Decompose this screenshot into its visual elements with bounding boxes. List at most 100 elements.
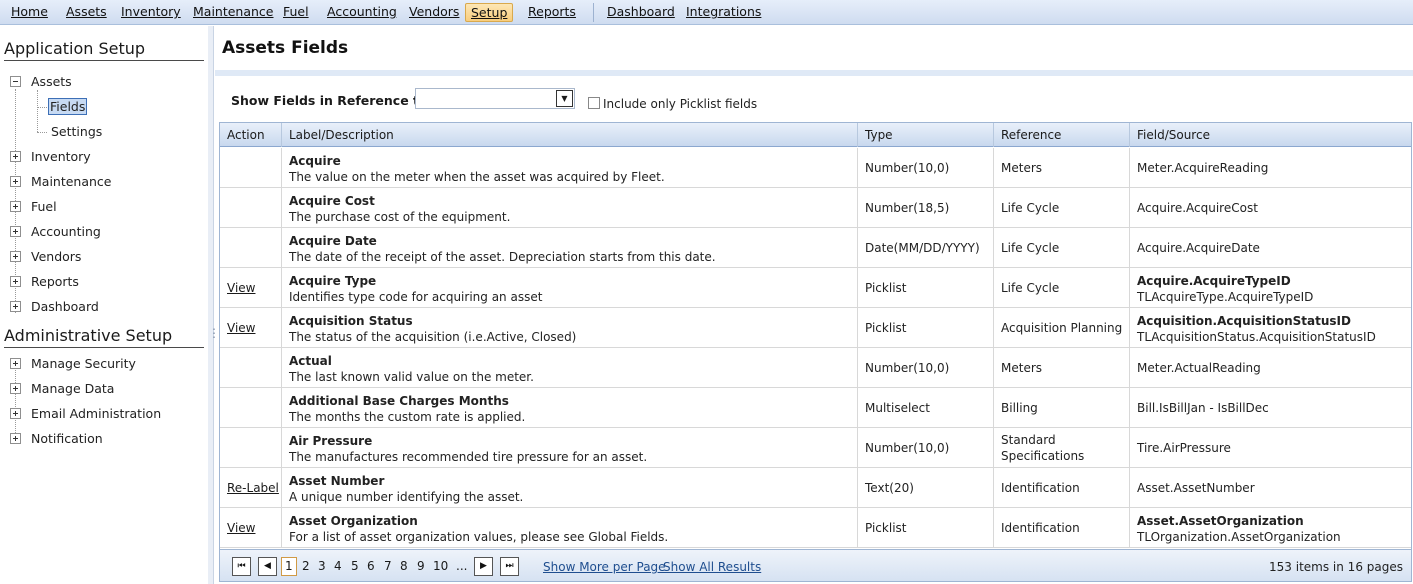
tree-node-manage-security[interactable]: Manage Security xyxy=(0,355,200,373)
reference-cell: Life Cycle xyxy=(994,188,1130,228)
menu-reports[interactable]: Reports xyxy=(523,3,581,22)
field-label: Asset Organization xyxy=(289,514,418,528)
source-cell: Acquisition.AcquisitionStatusID TLAcquisi… xyxy=(1130,308,1411,348)
page-number[interactable]: 7 xyxy=(384,558,392,575)
tree-node-maintenance[interactable]: Maintenance xyxy=(0,173,200,191)
menu-assets[interactable]: Assets xyxy=(61,3,112,22)
tree-node-assets[interactable]: Assets xyxy=(0,73,200,91)
source-cell: Meter.ActualReading xyxy=(1130,348,1411,388)
field-reference: Meters xyxy=(1001,361,1043,375)
table-row[interactable]: Re-Label Asset Number A unique number iden… xyxy=(220,468,1411,508)
tree-connector xyxy=(37,107,47,108)
expand-icon[interactable] xyxy=(10,433,21,444)
page-number[interactable]: 2 xyxy=(302,558,310,575)
table-row[interactable]: Acquire Date The date of the receipt of t… xyxy=(220,228,1411,268)
menu-accounting[interactable]: Accounting xyxy=(322,3,402,22)
page-number[interactable]: 8 xyxy=(400,558,408,575)
menu-inventory[interactable]: Inventory xyxy=(116,3,186,22)
action-cell: View xyxy=(220,508,282,548)
tree-label-fields: Fields xyxy=(48,98,88,115)
field-description: The manufactures recommended tire pressu… xyxy=(289,450,648,464)
field-description: The status of the acquisition (i.e.Activ… xyxy=(289,330,577,344)
tree-node-inventory[interactable]: Inventory xyxy=(0,148,200,166)
next-page-icon[interactable]: ▶ xyxy=(474,557,493,576)
page-number[interactable]: 5 xyxy=(351,558,359,575)
source-cell: Acquire.AcquireTypeID TLAcquireType.Acqui… xyxy=(1130,268,1411,308)
row-action-link[interactable]: View xyxy=(227,521,255,535)
page-number[interactable]: 6 xyxy=(367,558,375,575)
picklist-only-checkbox[interactable] xyxy=(588,97,600,109)
tree-label-vendors: Vendors xyxy=(31,249,82,264)
row-action-link[interactable]: Re-Label xyxy=(227,481,279,495)
tree-node-fuel[interactable]: Fuel xyxy=(0,198,200,216)
expand-icon[interactable] xyxy=(10,383,21,394)
column-header-label[interactable]: Label/Description xyxy=(282,123,858,147)
expand-icon[interactable] xyxy=(10,176,21,187)
show-more-per-page-link[interactable]: Show More per Page xyxy=(543,560,666,574)
row-action-link[interactable]: View xyxy=(227,281,255,295)
tree-node-email-administration[interactable]: Email Administration xyxy=(0,405,200,423)
prev-page-icon[interactable]: ◀ xyxy=(258,557,277,576)
tree-node-fields[interactable]: Fields xyxy=(48,98,88,116)
menu-integrations[interactable]: Integrations xyxy=(681,3,766,22)
menu-separator xyxy=(593,3,594,22)
menu-vendors[interactable]: Vendors xyxy=(404,3,464,22)
column-header-field-source[interactable]: Field/Source xyxy=(1130,123,1411,147)
page-number[interactable]: 9 xyxy=(417,558,425,575)
menu-setup[interactable]: Setup xyxy=(465,3,514,22)
menu-fuel[interactable]: Fuel xyxy=(278,3,314,22)
expand-icon[interactable] xyxy=(10,408,21,419)
tree-node-dashboard[interactable]: Dashboard xyxy=(0,298,200,316)
menu-dashboard[interactable]: Dashboard xyxy=(602,3,680,22)
table-row[interactable]: Actual The last known valid value on the … xyxy=(220,348,1411,388)
table-row[interactable]: Air Pressure The manufactures recommended… xyxy=(220,428,1411,468)
expand-icon[interactable] xyxy=(10,251,21,262)
page-ellipsis[interactable]: ... xyxy=(456,558,467,575)
tree-node-vendors[interactable]: Vendors xyxy=(0,248,200,266)
field-label: Additional Base Charges Months xyxy=(289,394,509,408)
panel-splitter[interactable] xyxy=(208,26,220,584)
last-page-icon[interactable]: ⏭ xyxy=(500,557,519,576)
field-type: Date(MM/DD/YYYY) xyxy=(865,241,980,255)
tree-node-accounting[interactable]: Accounting xyxy=(0,223,200,241)
tree-label-fuel: Fuel xyxy=(31,199,57,214)
source-cell: Acquire.AcquireCost xyxy=(1130,188,1411,228)
menu-maintenance[interactable]: Maintenance xyxy=(188,3,279,22)
tree-node-reports[interactable]: Reports xyxy=(0,273,200,291)
table-row[interactable]: Acquire Cost The purchase cost of the equ… xyxy=(220,188,1411,228)
column-header-reference[interactable]: Reference xyxy=(994,123,1130,147)
page-title: Assets Fields xyxy=(222,38,349,58)
expand-icon[interactable] xyxy=(10,358,21,369)
expand-icon[interactable] xyxy=(10,301,21,312)
tree-node-notification[interactable]: Notification xyxy=(0,430,200,448)
page-number[interactable]: 1 xyxy=(281,557,297,576)
label-cell: Air Pressure The manufactures recommended… xyxy=(282,428,858,468)
table-row[interactable]: Additional Base Charges Months The months… xyxy=(220,388,1411,428)
table-row[interactable]: View Acquisition Status The status of the … xyxy=(220,308,1411,348)
menu-home[interactable]: Home xyxy=(6,3,53,22)
expand-icon[interactable] xyxy=(10,201,21,212)
page-number[interactable]: 10 xyxy=(433,558,448,575)
table-row[interactable]: View Asset Organization For a list of asse… xyxy=(220,508,1411,548)
expand-icon[interactable] xyxy=(10,226,21,237)
page-number[interactable]: 3 xyxy=(318,558,326,575)
field-label: Acquire xyxy=(289,154,341,168)
expand-icon[interactable] xyxy=(10,151,21,162)
first-page-icon[interactable]: ⏮ xyxy=(232,557,251,576)
collapse-icon[interactable] xyxy=(10,76,21,87)
show-all-results-link[interactable]: Show All Results xyxy=(663,560,761,574)
expand-icon[interactable] xyxy=(10,276,21,287)
reference-filter-select[interactable]: ▼ xyxy=(415,88,575,109)
tree-node-settings[interactable]: Settings xyxy=(51,123,102,141)
table-row[interactable]: View Acquire Type Identifies type code for… xyxy=(220,268,1411,308)
row-action-link[interactable]: View xyxy=(227,321,255,335)
field-reference: Identification xyxy=(1001,521,1080,535)
chevron-down-icon[interactable]: ▼ xyxy=(556,90,573,107)
page-number[interactable]: 4 xyxy=(334,558,342,575)
column-header-action[interactable]: Action xyxy=(220,123,282,147)
tree-node-manage-data[interactable]: Manage Data xyxy=(0,380,200,398)
table-row[interactable]: Acquire The value on the meter when the a… xyxy=(220,148,1411,188)
column-header-type[interactable]: Type xyxy=(858,123,994,147)
type-cell: Picklist xyxy=(858,268,994,308)
field-description: The date of the receipt of the asset. De… xyxy=(289,250,716,264)
